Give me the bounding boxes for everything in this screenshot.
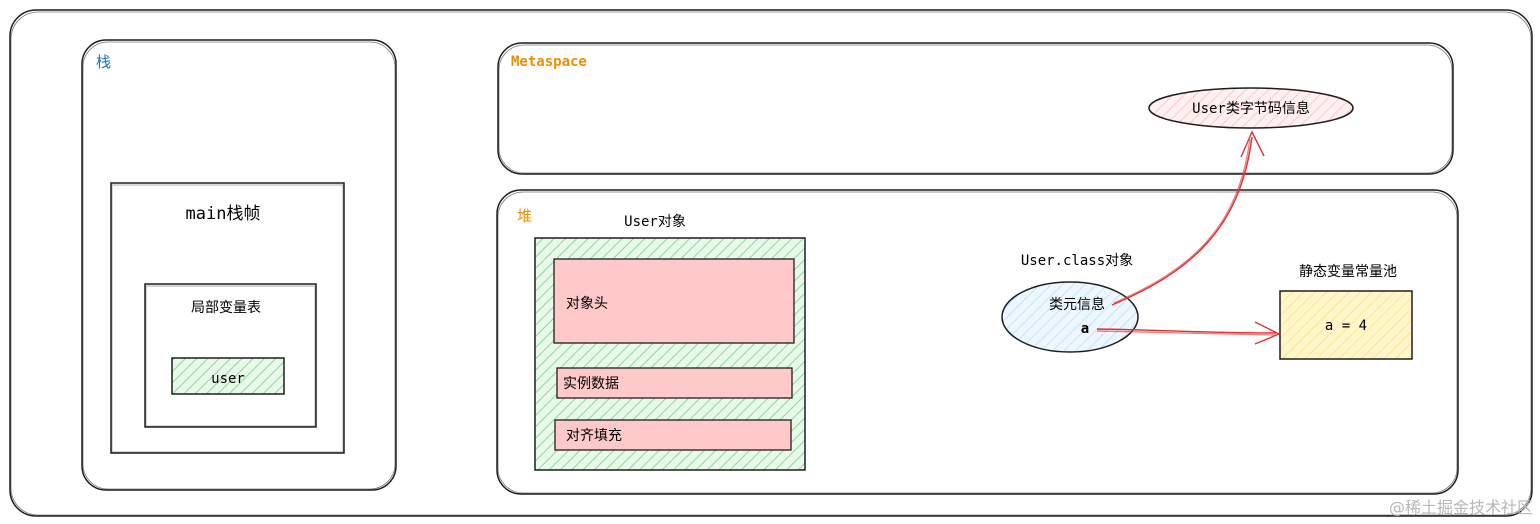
user-bytecode-label: User类字节码信息 xyxy=(1192,100,1310,117)
metaspace-title: Metaspace xyxy=(511,54,587,70)
padding-label: 对齐填充 xyxy=(566,428,622,444)
static-pool-value: a = 4 xyxy=(1325,318,1367,334)
stack-title: 栈 xyxy=(96,53,111,71)
stack-region xyxy=(81,39,397,491)
jvm-memory-diagram: 栈 main栈帧 局部变量表 user Metaspace User类字节码信息… xyxy=(9,9,1533,517)
arrow-meta-to-bytecode xyxy=(1111,130,1265,306)
class-object-ellipse xyxy=(1001,281,1139,353)
class-object-title: User.class对象 xyxy=(1021,253,1133,269)
user-object-title: User对象 xyxy=(624,214,686,230)
user-variable-label: user xyxy=(211,371,245,387)
class-meta-label: 类元信息 xyxy=(1049,296,1105,313)
instance-data-label: 实例数据 xyxy=(563,376,619,392)
static-pool-title: 静态变量常量池 xyxy=(1299,264,1397,280)
watermark: @稀土掘金技术社区 xyxy=(1389,498,1533,517)
object-header-label: 对象头 xyxy=(566,296,608,312)
local-table-title: 局部变量表 xyxy=(191,300,261,316)
main-frame-title: main栈帧 xyxy=(186,204,261,224)
heap-title: 堆 xyxy=(517,207,532,225)
class-field-a-label: a xyxy=(1081,321,1089,337)
